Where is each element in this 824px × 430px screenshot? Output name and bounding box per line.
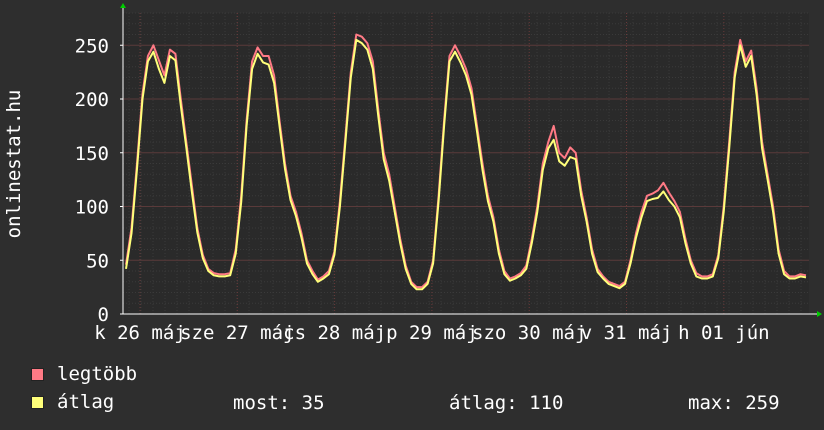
chart: 050100150200250k 26 májsze 27 májcs 28 m… [3,3,822,344]
stat-max: max: 259 [688,392,780,414]
x-tick-label: v 31 máj [581,322,673,344]
y-tick-label: 200 [75,89,109,111]
y-axis-arrow [120,3,126,8]
x-tick-label: p 29 máj [386,322,478,344]
x-axis-arrow [817,311,822,317]
y-tick-label: 50 [86,250,109,272]
x-tick-label: szo 30 máj [472,322,586,344]
legend-item-max: legtöbb [31,363,138,385]
y-tick-label: 100 [75,197,109,219]
x-tick-label: cs 28 máj [283,322,386,344]
legend-swatch-avg [31,395,44,409]
legend-label-avg: átlag [57,391,115,413]
x-tick-label: k 26 máj [94,322,186,344]
y-axis-label: onlinestat.hu [3,90,25,239]
legend-swatch-max [31,367,44,381]
x-tick-label: h 01 jún [678,322,770,344]
legend-label-max: legtöbb [57,363,138,385]
x-tick-label: sze 27 máj [180,322,294,344]
stat-average: átlag: 110 [449,392,564,414]
y-tick-label: 250 [75,35,109,57]
stat-now: most: 35 [233,392,325,414]
y-tick-label: 150 [75,143,109,165]
legend-item-avg: átlag [31,391,115,413]
